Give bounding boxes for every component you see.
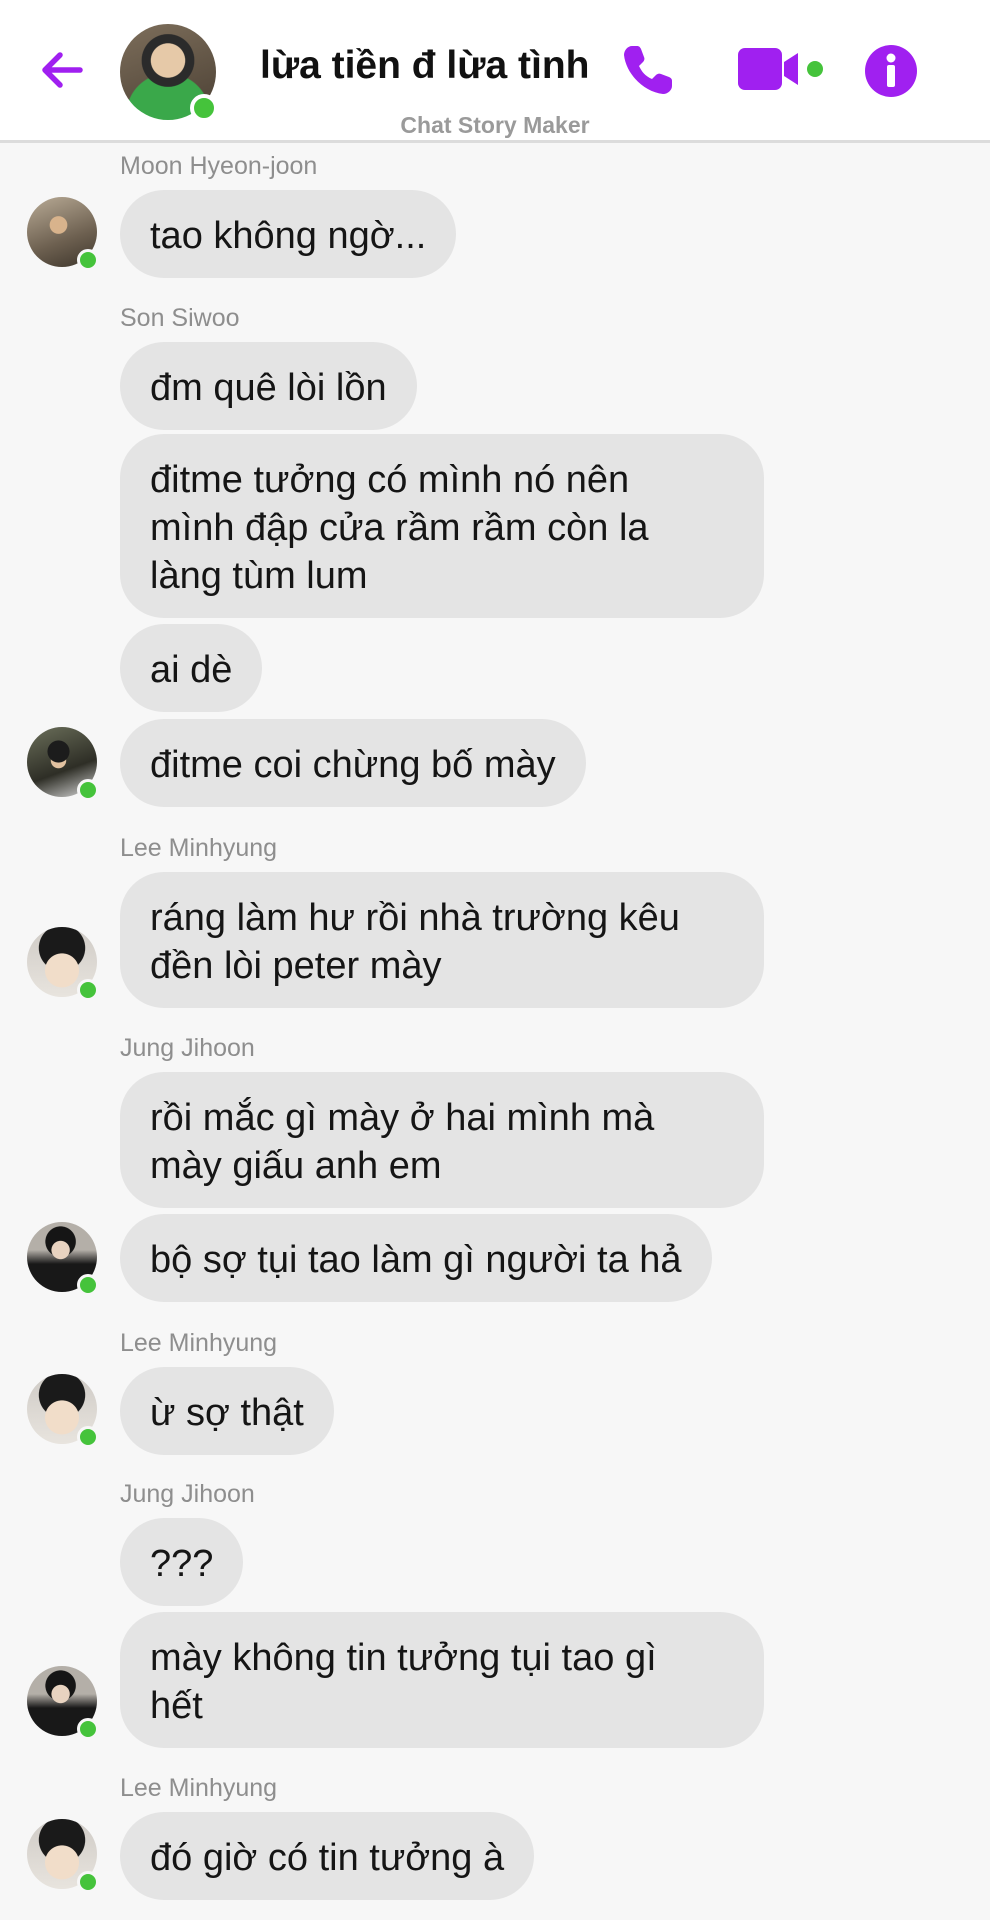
message-bubble[interactable]: đitme coi chừng bố mày <box>120 719 586 807</box>
online-status-indicator <box>77 779 99 801</box>
sender-name: Lee Minhyung <box>120 834 278 862</box>
sender-name: Jung Jihoon <box>120 1480 255 1508</box>
phone-icon <box>624 46 672 94</box>
message-bubble[interactable]: bộ sợ tụi tao làm gì người ta hả <box>120 1214 712 1302</box>
arrow-left-icon <box>42 52 83 88</box>
message-bubble[interactable]: ừ sợ thật <box>120 1367 334 1455</box>
info-icon <box>865 45 917 97</box>
avatar[interactable] <box>27 197 99 271</box>
online-status-indicator <box>77 1274 99 1296</box>
online-status-indicator <box>77 1718 99 1740</box>
message-bubble[interactable]: mày không tin tưởng tụi tao gì hết <box>120 1612 764 1748</box>
message-bubble[interactable]: ??? <box>120 1518 244 1606</box>
info-button[interactable] <box>864 44 918 98</box>
message-list[interactable]: Moon Hyeon-joon tao không ngờ... Son Siw… <box>0 146 990 1920</box>
sender-name: Lee Minhyung <box>120 1774 278 1802</box>
online-status-indicator <box>77 1871 99 1893</box>
online-status-indicator <box>190 94 218 122</box>
chat-header: lừa tiền đ lừa tình Chat Story Maker <box>0 0 990 143</box>
online-status-indicator <box>77 1426 99 1448</box>
sender-name: Moon Hyeon-joon <box>120 152 318 180</box>
sender-name: Lee Minhyung <box>120 1329 278 1357</box>
message-bubble[interactable]: đó giờ có tin tưởng à <box>120 1812 535 1900</box>
message-bubble[interactable]: đitme tưởng có mình nó nên mình đập cửa … <box>120 434 764 618</box>
message-bubble[interactable]: ráng làm hư rồi nhà trường kêu đền lòi p… <box>120 872 764 1008</box>
avatar[interactable] <box>27 1819 99 1893</box>
message-bubble[interactable]: ai dè <box>120 624 263 712</box>
message-bubble[interactable]: đm quê lòi lồn <box>120 342 417 430</box>
message-bubble[interactable]: rồi mắc gì mày ở hai mình mà mày giấu an… <box>120 1072 764 1208</box>
chat-avatar[interactable] <box>120 24 218 122</box>
sender-name: Jung Jihoon <box>120 1034 255 1062</box>
video-camera-icon <box>738 48 823 90</box>
sender-name: Son Siwoo <box>120 304 240 332</box>
chat-screen: lừa tiền đ lừa tình Chat Story Maker Moo… <box>0 0 990 1920</box>
chat-subtitle: Chat Story Maker <box>400 112 590 138</box>
avatar[interactable] <box>27 927 99 1001</box>
online-status-indicator <box>77 249 99 271</box>
chat-title[interactable]: lừa tiền đ lừa tình <box>260 44 590 94</box>
message-bubble[interactable]: tao không ngờ... <box>120 190 457 278</box>
online-status-indicator <box>77 979 99 1001</box>
avatar[interactable] <box>27 1222 99 1296</box>
video-call-button[interactable] <box>736 46 824 92</box>
avatar[interactable] <box>27 1666 99 1740</box>
back-button[interactable] <box>36 44 88 96</box>
avatar[interactable] <box>27 727 99 801</box>
call-button[interactable] <box>618 40 678 100</box>
avatar[interactable] <box>27 1374 99 1448</box>
